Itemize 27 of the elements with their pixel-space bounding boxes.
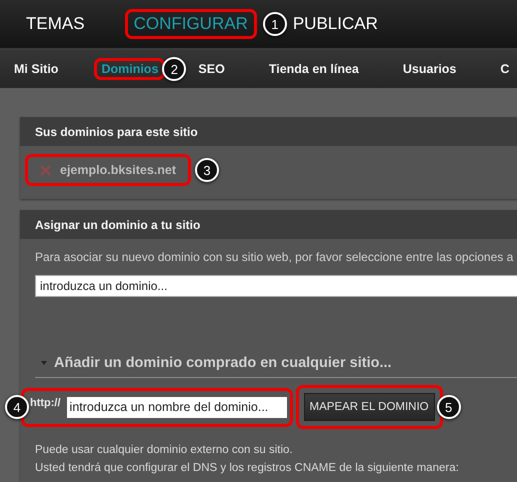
sub-nav-tab[interactable]: Tienda en línea [264, 61, 363, 77]
nav-tab[interactable]: CONFIGURAR [128, 12, 254, 36]
sub-nav-tab[interactable]: Usuarios [398, 61, 460, 77]
help-text: Usted tendrá que configurar el DNS y los registros CNAME de la siguiente manera: [35, 461, 460, 476]
url-prefix: http:// [30, 396, 61, 408]
nav-tab[interactable]: TEMAS [20, 12, 91, 36]
domain-name: ejemplo.bksites.net [60, 163, 176, 177]
caret-icon[interactable] [40, 359, 48, 367]
domain-input-field[interactable]: introduzca un dominio... [35, 275, 517, 297]
callout-badge: 2 [162, 57, 186, 81]
close-icon[interactable] [40, 164, 51, 176]
sub-nav-tab[interactable]: Mi Sitio [10, 61, 62, 77]
sub-nav-tab[interactable]: SEO [194, 61, 229, 77]
sub-nav-tab[interactable]: Dominios [97, 61, 162, 77]
intro-text: Para asociar su nuevo dominio con su sitio web, por favor seleccione entre las opciones a [35, 250, 514, 264]
callout-badge: 4 [5, 395, 29, 419]
panel-title: Sus dominios para este sitio [20, 117, 517, 146]
panel-title: Asignar un dominio a tu sitio [20, 210, 517, 239]
callout-badge: 1 [262, 12, 287, 36]
section-title[interactable]: Añadir un dominio comprado en cualquier sitio... [54, 355, 392, 371]
map-domain-button[interactable]: MAPEAR EL DOMINIO [304, 393, 435, 421]
sub-nav-tab[interactable]: C [496, 61, 514, 77]
callout-badge: 5 [436, 395, 461, 419]
domain-name-field[interactable]: introduzca un nombre del dominio... [66, 396, 287, 418]
callout-badge: 3 [195, 158, 220, 182]
nav-tab[interactable]: PUBLICAR [286, 12, 384, 36]
help-text: Puede usar cualquier dominio externo con su sitio. [35, 443, 294, 458]
